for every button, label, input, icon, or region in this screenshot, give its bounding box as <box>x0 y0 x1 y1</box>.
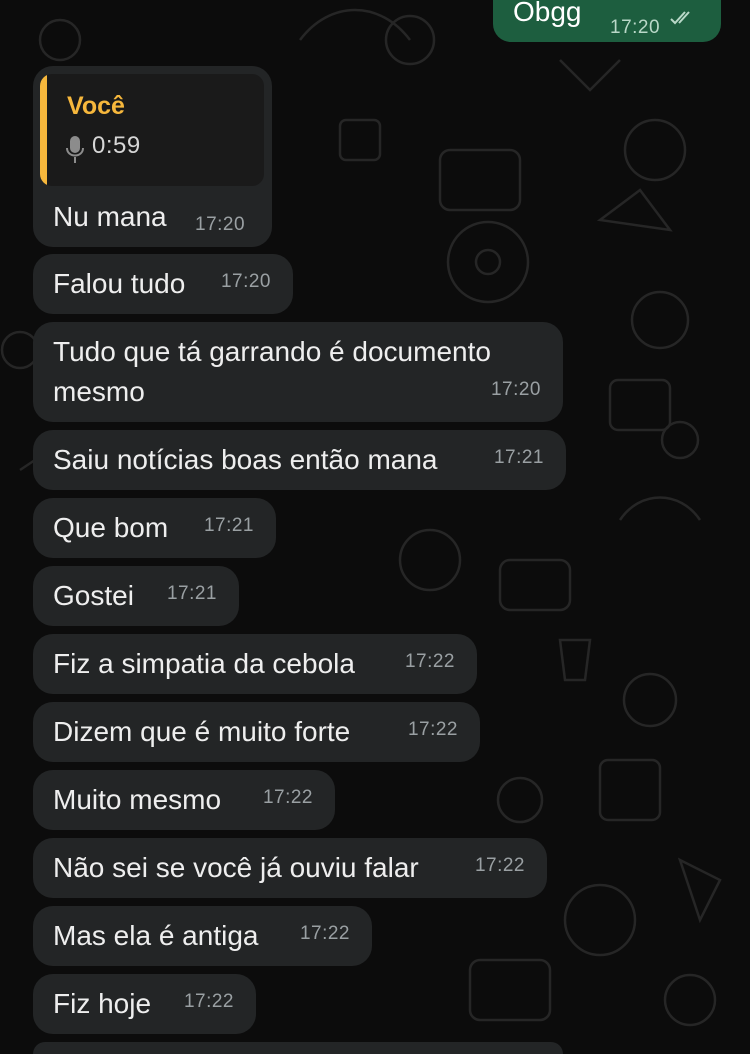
message-time: 17:22 <box>183 991 234 1012</box>
message-bubble-partial[interactable] <box>33 1042 563 1054</box>
message-time: 17:21 <box>166 583 217 604</box>
message-bubble[interactable]: Falou tudo 17:20 <box>33 254 293 314</box>
quoted-voice-message[interactable]: Você 0:59 <box>40 74 264 186</box>
message-text: Não sei se você já ouviu falar <box>53 852 419 883</box>
message-bubble[interactable]: Fiz hoje 17:22 <box>33 974 256 1034</box>
mic-icon <box>66 136 84 163</box>
message-text: Saiu notícias boas então mana <box>53 444 438 475</box>
message-text: Tudo que tá garrando é documento mesmo <box>53 336 491 407</box>
message-time: 17:20 <box>220 271 271 292</box>
message-text: Fiz a simpatia da cebola <box>53 648 355 679</box>
message-text: Mas ela é antiga <box>53 920 259 951</box>
quote-accent-bar <box>40 74 47 186</box>
message-time: 17:21 <box>203 515 254 536</box>
reply-message-text: Nu mana <box>53 201 167 232</box>
message-time: 17:22 <box>407 719 458 740</box>
quote-author: Você <box>67 92 125 120</box>
outgoing-message-text: Obgg <box>513 0 582 27</box>
read-double-check-icon <box>670 11 690 25</box>
message-text: Dizem que é muito forte <box>53 716 351 747</box>
message-text: Muito mesmo <box>53 784 222 815</box>
message-time: 17:20 <box>490 379 541 400</box>
message-bubble[interactable]: Não sei se você já ouviu falar 17:22 <box>33 838 547 898</box>
message-bubble[interactable]: Mas ela é antiga 17:22 <box>33 906 372 966</box>
message-time: 17:21 <box>493 447 544 468</box>
message-bubble[interactable]: Que bom 17:21 <box>33 498 276 558</box>
message-bubble[interactable]: Saiu notícias boas então mana 17:21 <box>33 430 566 490</box>
message-time: 17:22 <box>262 787 313 808</box>
message-bubble[interactable]: Muito mesmo 17:22 <box>33 770 335 830</box>
message-text: Gostei <box>53 580 134 611</box>
message-time: 17:22 <box>474 855 525 876</box>
outgoing-message-time: 17:20 <box>610 17 661 38</box>
message-bubble[interactable]: Dizem que é muito forte 17:22 <box>33 702 480 762</box>
outgoing-message[interactable]: Obgg 17:20 <box>493 0 721 42</box>
message-text: Falou tudo <box>53 268 186 299</box>
message-text: Fiz hoje <box>53 988 152 1019</box>
message-bubble[interactable]: Gostei 17:21 <box>33 566 239 626</box>
quote-duration: 0:59 <box>92 132 141 159</box>
message-bubble[interactable]: Tudo que tá garrando é documento mesmo 1… <box>33 322 563 422</box>
reply-message-time: 17:20 <box>195 214 246 235</box>
message-time: 17:22 <box>299 923 350 944</box>
message-bubble[interactable]: Fiz a simpatia da cebola 17:22 <box>33 634 477 694</box>
message-time: 17:22 <box>404 651 455 672</box>
message-text: Que bom <box>53 512 169 543</box>
